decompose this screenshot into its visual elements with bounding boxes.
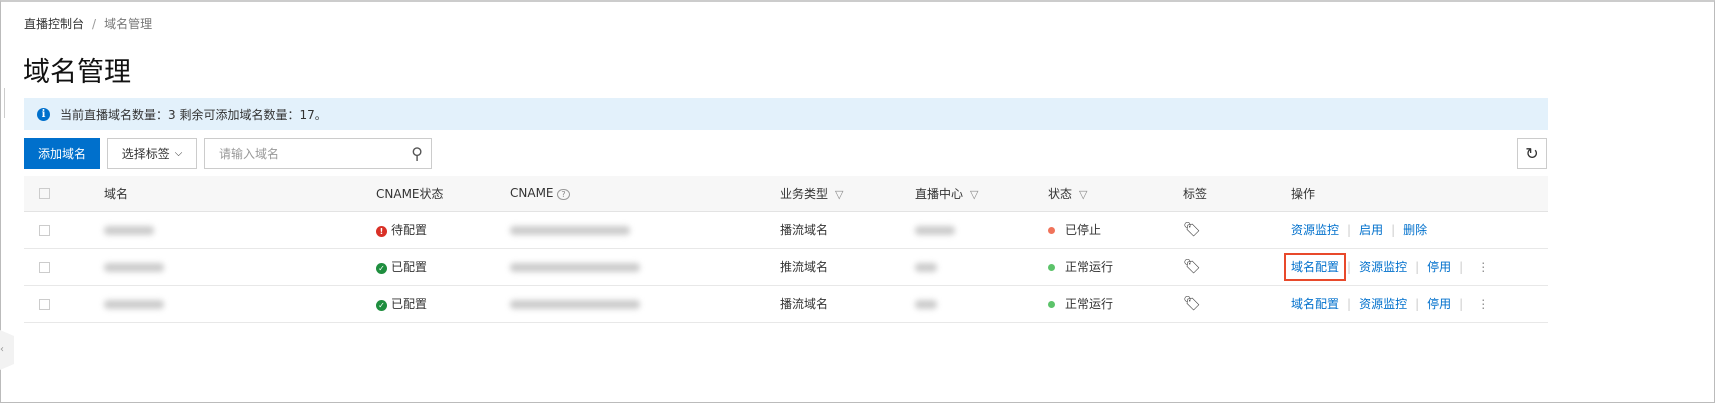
row-actions: 域名配置 | 资源监控 | 停用 | ⋮ (1291, 285, 1548, 323)
table-row: ! 待配置 播流域名 已停止 🏷︎ 资源监控 | 启用 | 删除 (24, 211, 1548, 249)
cname-redacted (510, 225, 630, 235)
action-separator: | (1415, 297, 1420, 311)
domain-name-redacted[interactable] (104, 299, 164, 309)
row-checkbox[interactable] (39, 298, 50, 310)
col-status: 状态 ▽ (1048, 176, 1183, 212)
action-separator: | (1459, 260, 1464, 274)
biz-type: 推流域名 (780, 248, 915, 286)
breadcrumb: 直播控制台 / 域名管理 (24, 15, 152, 32)
domain-name-redacted[interactable] (104, 225, 154, 235)
check-circle-icon: ✓ (376, 300, 387, 311)
info-text: 当前直播域名数量：3 剩余可添加域名数量：17。 (60, 107, 327, 122)
col-cname-label: CNAME (510, 186, 554, 201)
table-row: ✓ 已配置 推流域名 正常运行 🏷︎ 域名配置 | 资源监控 | 停用 | ⋮ (24, 248, 1548, 286)
action-link[interactable]: 资源监控 (1291, 223, 1339, 237)
page-title: 域名管理 (23, 57, 131, 88)
add-domain-button[interactable]: 添加域名 (24, 138, 100, 169)
info-banner: i 当前直播域名数量：3 剩余可添加域名数量：17。 (24, 98, 1548, 130)
biz-type: 播流域名 (780, 211, 915, 249)
col-domain: 域名 (104, 176, 376, 212)
domain-name-redacted[interactable] (104, 262, 164, 272)
col-biz-type-label: 业务类型 (780, 186, 829, 201)
status-dot-icon (1048, 264, 1055, 271)
filter-icon[interactable]: ▽ (835, 188, 843, 201)
breadcrumb-current: 域名管理 (104, 17, 153, 31)
breadcrumb-separator: / (92, 17, 97, 31)
row-actions: 资源监控 | 启用 | 删除 (1291, 211, 1548, 249)
col-tag: 标签 (1183, 176, 1291, 212)
action-link[interactable]: 删除 (1403, 223, 1427, 237)
domain-table: 域名 CNAME状态 CNAME ? 业务类型 ▽ 直播中心 ▽ 状态 ▽ 标签 操作… (24, 176, 1548, 323)
action-separator: | (1347, 260, 1352, 274)
tag-icon[interactable]: 🏷︎ (1183, 296, 1201, 312)
status-dot-icon (1048, 301, 1055, 308)
refresh-icon: ↻ (1525, 144, 1539, 163)
more-icon[interactable]: ⋮ (1477, 297, 1489, 311)
sidebar-edge (0, 88, 5, 118)
refresh-button[interactable]: ↻ (1517, 138, 1547, 169)
info-icon: i (37, 107, 50, 121)
tag-select-label: 选择标签 (121, 147, 170, 161)
chevron-down-icon: ⌵ (174, 148, 183, 159)
status-dot-icon (1048, 227, 1055, 234)
col-actions: 操作 (1291, 176, 1548, 212)
row-checkbox[interactable] (39, 261, 50, 273)
domain-search-input[interactable]: 请输入域名 ⚲ (204, 138, 432, 169)
center-redacted (915, 225, 955, 235)
row-checkbox[interactable] (39, 224, 50, 236)
action-link[interactable]: 域名配置 (1291, 297, 1339, 311)
action-separator: | (1415, 260, 1420, 274)
row-actions: 域名配置 | 资源监控 | 停用 | ⋮ (1283, 248, 1548, 286)
breadcrumb-root[interactable]: 直播控制台 (24, 17, 84, 31)
filter-icon[interactable]: ▽ (1079, 188, 1087, 201)
tag-select-dropdown[interactable]: 选择标签 ⌵ (107, 138, 197, 169)
sidebar-collapse-button[interactable]: ‹ (0, 330, 14, 370)
biz-type: 播流域名 (780, 285, 915, 323)
more-icon[interactable]: ⋮ (1477, 260, 1489, 274)
col-cname-status: CNAME状态 (376, 176, 510, 212)
action-link[interactable]: 域名配置 (1283, 253, 1347, 281)
action-link[interactable]: 资源监控 (1359, 260, 1407, 274)
action-separator: | (1391, 223, 1396, 237)
cname-redacted (510, 299, 640, 309)
select-all-checkbox[interactable] (39, 188, 50, 200)
tag-icon[interactable]: 🏷︎ (1183, 222, 1201, 238)
action-link[interactable]: 启用 (1359, 223, 1383, 237)
action-link[interactable]: 停用 (1427, 260, 1451, 274)
col-center: 直播中心 ▽ (915, 176, 1048, 212)
action-link[interactable]: 资源监控 (1359, 297, 1407, 311)
col-biz-type: 业务类型 ▽ (780, 176, 915, 212)
col-center-label: 直播中心 (915, 186, 964, 201)
status-text: 已停止 (1065, 223, 1102, 237)
action-separator: | (1347, 297, 1352, 311)
col-status-label: 状态 (1048, 186, 1073, 201)
tag-icon[interactable]: 🏷︎ (1183, 259, 1201, 275)
action-link[interactable]: 停用 (1427, 297, 1451, 311)
cname-status: 已配置 (391, 260, 428, 274)
center-redacted (915, 299, 937, 309)
search-placeholder: 请输入域名 (219, 147, 280, 161)
cname-status: 待配置 (391, 223, 428, 237)
exclamation-circle-icon: ! (376, 226, 387, 237)
cname-status: 已配置 (391, 297, 428, 311)
cname-redacted (510, 262, 640, 272)
filter-icon[interactable]: ▽ (970, 188, 978, 201)
check-circle-icon: ✓ (376, 263, 387, 274)
help-icon[interactable]: ? (557, 189, 570, 201)
center-redacted (915, 262, 937, 272)
search-icon[interactable]: ⚲ (411, 144, 423, 163)
status-text: 正常运行 (1065, 260, 1114, 274)
status-text: 正常运行 (1065, 297, 1114, 311)
table-row: ✓ 已配置 播流域名 正常运行 🏷︎ 域名配置 | 资源监控 | 停用 | ⋮ (24, 285, 1548, 323)
action-separator: | (1347, 223, 1352, 237)
action-separator: | (1459, 297, 1464, 311)
col-cname: CNAME ? (510, 176, 780, 212)
